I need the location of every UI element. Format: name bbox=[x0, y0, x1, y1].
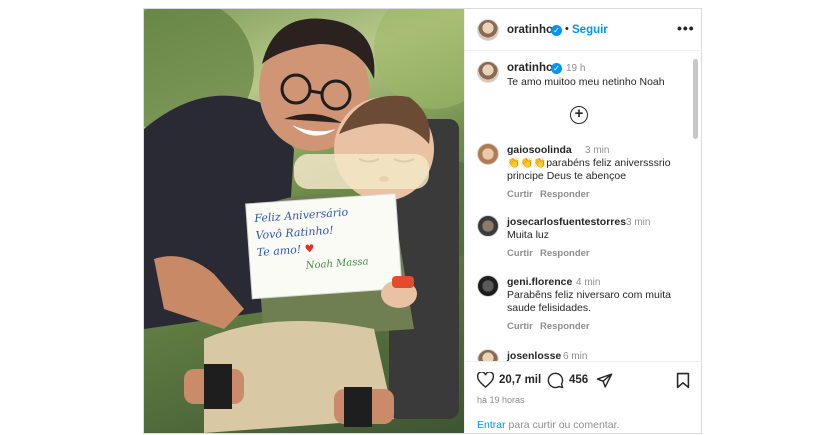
comments-scrollbar[interactable] bbox=[693, 59, 698, 139]
like-comment-link[interactable]: Curtir bbox=[507, 321, 533, 332]
comments-count[interactable]: 456 bbox=[569, 374, 588, 386]
post-footer: 20,7 mil 456 há 19 horas Entrar para cur… bbox=[465, 361, 702, 433]
like-comment-link[interactable]: Curtir bbox=[507, 248, 533, 259]
comment-text-line2: principe Deus te abençoe bbox=[507, 170, 627, 182]
load-more-comments-icon[interactable]: + bbox=[570, 106, 588, 124]
login-prompt: Entrar para curtir ou comentar. bbox=[477, 419, 619, 431]
comment-avatar[interactable] bbox=[477, 349, 499, 361]
author-username[interactable]: oratinho bbox=[507, 24, 553, 36]
comment-time: 4 min bbox=[576, 277, 601, 288]
reply-comment-link[interactable]: Responder bbox=[540, 321, 590, 332]
caption-username[interactable]: oratinho bbox=[507, 62, 553, 74]
post-photo[interactable]: Feliz Aniversário Vovô Ratinho! Te amo! … bbox=[144, 9, 464, 433]
verified-badge-icon: ✓ bbox=[551, 25, 562, 36]
login-rest: para curtir ou comentar. bbox=[508, 419, 620, 431]
caption-avatar[interactable] bbox=[477, 61, 499, 83]
post-header: oratinho ✓ • Seguir ••• bbox=[465, 9, 702, 51]
comment-time: 6 min bbox=[563, 351, 588, 361]
comment-username[interactable]: josenlosse bbox=[507, 350, 561, 361]
reply-comment-link[interactable]: Responder bbox=[540, 248, 590, 259]
comment-avatar[interactable] bbox=[477, 143, 499, 165]
heart-like-icon[interactable] bbox=[477, 372, 494, 388]
caption-text: Te amo muitoo meu netinho Noah bbox=[507, 76, 665, 88]
caption-time: 19 h bbox=[566, 63, 586, 74]
comment-username[interactable]: geni.florence bbox=[507, 276, 572, 288]
comment-avatar[interactable] bbox=[477, 275, 499, 297]
caption-verified-icon: ✓ bbox=[551, 63, 562, 74]
author-avatar[interactable] bbox=[477, 19, 499, 41]
comment-username[interactable]: josecarlosfuentestorres bbox=[507, 216, 626, 228]
more-options-icon[interactable]: ••• bbox=[677, 20, 695, 36]
likes-count[interactable]: 20,7 mil bbox=[499, 374, 541, 386]
login-link[interactable]: Entrar bbox=[477, 419, 506, 431]
like-comment-link[interactable]: Curtir bbox=[507, 189, 533, 200]
post-card: Feliz Aniversário Vovô Ratinho! Te amo! … bbox=[143, 8, 702, 434]
sign-text: Feliz Aniversário Vovô Ratinho! Te amo! … bbox=[254, 200, 404, 278]
partial-comment: josenlosse 6 min bbox=[465, 345, 702, 361]
header-dot: • bbox=[565, 23, 569, 35]
save-bookmark-icon[interactable] bbox=[676, 372, 690, 389]
comment-avatar[interactable] bbox=[477, 215, 499, 237]
comment-text-line2: saude felisidades. bbox=[507, 302, 592, 314]
comment-text-line1: 👏👏👏parabéns feliz aniversssrio bbox=[507, 157, 671, 169]
comment-time: 3 min bbox=[585, 145, 610, 156]
comment-text-line1: Muita luz bbox=[507, 229, 550, 241]
follow-button[interactable]: Seguir bbox=[572, 24, 608, 36]
heart-icon: ♥ bbox=[304, 242, 315, 256]
comments-panel: oratinho ✓ • Seguir ••• oratinho ✓ 19 h … bbox=[464, 9, 702, 433]
post-time: há 19 horas bbox=[477, 395, 525, 405]
share-icon[interactable] bbox=[596, 372, 613, 389]
comment-text-line1: Parabêns feliz niversaro com muita bbox=[507, 289, 671, 301]
comment-time: 3 min bbox=[626, 217, 651, 228]
comment-icon[interactable] bbox=[547, 372, 564, 389]
comment-username[interactable]: gaiosoolinda bbox=[507, 144, 572, 156]
reply-comment-link[interactable]: Responder bbox=[540, 189, 590, 200]
